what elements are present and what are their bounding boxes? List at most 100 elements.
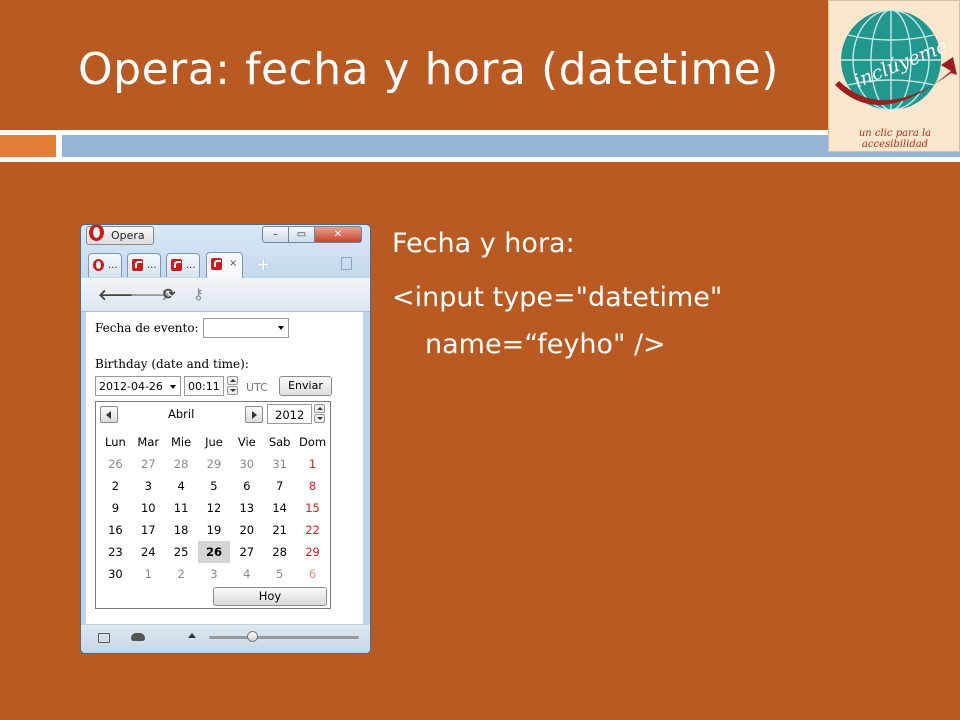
submit-button[interactable]: Enviar: [279, 376, 332, 396]
calendar-day[interactable]: 29: [296, 541, 329, 563]
maximize-button[interactable]: ▭: [288, 226, 315, 243]
opera-window: Opera – ▭ ✕ ... ... ... × + 🡐 🡒 ⟳ ⚷ Fech…: [80, 224, 371, 654]
weekday-header: Dom: [298, 435, 327, 449]
reload-icon[interactable]: ⟳: [163, 285, 176, 303]
opera-icon: [93, 259, 104, 271]
key-icon[interactable]: ⚷: [193, 285, 204, 303]
calendar-month: Abril: [168, 407, 195, 421]
header-band-blue: [62, 135, 960, 157]
stepper-up-icon[interactable]: [314, 404, 325, 413]
calendar-day[interactable]: 10: [132, 497, 165, 519]
calendar-day-selected[interactable]: 26: [197, 541, 231, 563]
fecha-evento-select[interactable]: [203, 318, 289, 338]
calendar-day[interactable]: 28: [165, 453, 198, 475]
tab-close-icon[interactable]: ×: [229, 258, 237, 269]
calendar-day[interactable]: 9: [99, 497, 132, 519]
tab-3-label: ...: [186, 260, 196, 271]
calendar-day[interactable]: 1: [132, 563, 165, 585]
calendar-week-row: 26 27 28 29 30 31 1: [99, 453, 329, 475]
trash-icon[interactable]: [341, 257, 352, 270]
calendar-day[interactable]: 24: [132, 541, 165, 563]
calendar-day[interactable]: 5: [263, 563, 296, 585]
calendar-day[interactable]: 29: [198, 453, 231, 475]
calendar-day[interactable]: 2: [99, 475, 132, 497]
calendar-day[interactable]: 14: [263, 497, 296, 519]
today-button[interactable]: Hoy: [213, 587, 327, 606]
calendar-year-input[interactable]: 2012: [267, 404, 312, 424]
tab-4-active[interactable]: ×: [206, 252, 243, 278]
calendar-day[interactable]: 13: [230, 497, 263, 519]
weekday-header-row: Lun Mar Mie Jue Vie Sab Dom: [99, 431, 329, 453]
zoom-slider-knob[interactable]: [247, 631, 258, 642]
calendar-day[interactable]: 8: [296, 475, 329, 497]
incluyeme-logo: inclúyeme un clic para la accesibilidad: [828, 0, 960, 152]
date-select[interactable]: 2012-04-26: [95, 376, 181, 396]
calendar-day[interactable]: 16: [99, 519, 132, 541]
prev-month-button[interactable]: [100, 406, 118, 423]
calendar-day[interactable]: 28: [263, 541, 296, 563]
birthday-label: Birthday (date and time):: [95, 357, 249, 371]
calendar-day[interactable]: 17: [132, 519, 165, 541]
calendar-day[interactable]: 1: [296, 453, 329, 475]
stepper-down-icon[interactable]: [314, 414, 325, 423]
stepper-down-icon[interactable]: [227, 386, 238, 395]
calendar-day[interactable]: 11: [165, 497, 198, 519]
calendar-grid: Lun Mar Mie Jue Vie Sab Dom 26 27 28 29: [99, 431, 329, 585]
calendar-day[interactable]: 20: [230, 519, 263, 541]
calendar-day[interactable]: 30: [99, 563, 132, 585]
tab-1[interactable]: ...: [88, 253, 122, 277]
year-stepper[interactable]: [314, 404, 326, 424]
calendar-day[interactable]: 18: [165, 519, 198, 541]
window-titlebar: Opera – ▭ ✕ ... ... ... × +: [81, 225, 370, 283]
navigation-toolbar: 🡐 🡒 ⟳ ⚷: [81, 278, 370, 312]
view-menu-icon[interactable]: [188, 633, 196, 638]
calendar-day[interactable]: 3: [132, 475, 165, 497]
next-month-button[interactable]: [245, 406, 263, 423]
calendar-day[interactable]: 6: [296, 563, 329, 585]
calendar-day[interactable]: 2: [165, 563, 198, 585]
slide-title: Opera: fecha y hora (datetime): [78, 44, 779, 95]
new-tab-icon[interactable]: +: [256, 255, 270, 275]
calendar-day[interactable]: 22: [296, 519, 329, 541]
logo-caption-line1: un clic para la: [858, 128, 932, 139]
calendar-week-row: 23 24 25 26 27 28 29: [99, 541, 329, 563]
calendar-day[interactable]: 23: [99, 541, 132, 563]
calendar-day[interactable]: 7: [263, 475, 296, 497]
time-input[interactable]: 00:11: [184, 376, 224, 396]
calendar-day[interactable]: 21: [263, 519, 296, 541]
calendar-day[interactable]: 31: [263, 453, 296, 475]
tab-2[interactable]: ...: [127, 253, 161, 277]
calendar-day[interactable]: 27: [132, 453, 165, 475]
logo-caption-line2: accesibilidad: [861, 139, 929, 150]
minimize-button[interactable]: –: [262, 226, 289, 243]
opera-unite-cloud-icon[interactable]: [131, 633, 145, 641]
calendar-day[interactable]: 25: [165, 541, 198, 563]
opera-logo-icon: [89, 225, 104, 241]
calendar-day[interactable]: 12: [198, 497, 231, 519]
status-bar: [81, 625, 370, 653]
tab-3[interactable]: ...: [166, 253, 200, 277]
calendar-day[interactable]: 27: [230, 541, 263, 563]
panel-toggle-icon[interactable]: [98, 633, 110, 643]
calendar-day[interactable]: 15: [296, 497, 329, 519]
calendar-week-row: 9 10 11 12 13 14 15: [99, 497, 329, 519]
stepper-up-icon[interactable]: [227, 376, 238, 385]
calendar-day[interactable]: 26: [99, 453, 132, 475]
zoom-slider[interactable]: [209, 631, 359, 642]
opera-menu-button[interactable]: Opera: [86, 225, 154, 245]
calendar-day[interactable]: 4: [230, 563, 263, 585]
globe-logo-icon: inclúyeme: [835, 9, 957, 111]
calendar-day[interactable]: 4: [165, 475, 198, 497]
page-icon: [132, 259, 143, 271]
calendar-picker: Abril 2012 Lun Mar Mie Jue Vie Sab Dom 2…: [95, 401, 331, 609]
close-button[interactable]: ✕: [314, 226, 362, 243]
calendar-day[interactable]: 19: [198, 519, 231, 541]
calendar-week-row: 16 17 18 19 20 21 22: [99, 519, 329, 541]
time-stepper[interactable]: [227, 376, 239, 396]
body-text-line1: Fecha y hora:: [392, 228, 575, 259]
calendar-day[interactable]: 3: [198, 563, 231, 585]
calendar-day[interactable]: 5: [198, 475, 231, 497]
calendar-day[interactable]: 6: [230, 475, 263, 497]
tab-2-label: ...: [147, 260, 157, 271]
calendar-day[interactable]: 30: [230, 453, 263, 475]
